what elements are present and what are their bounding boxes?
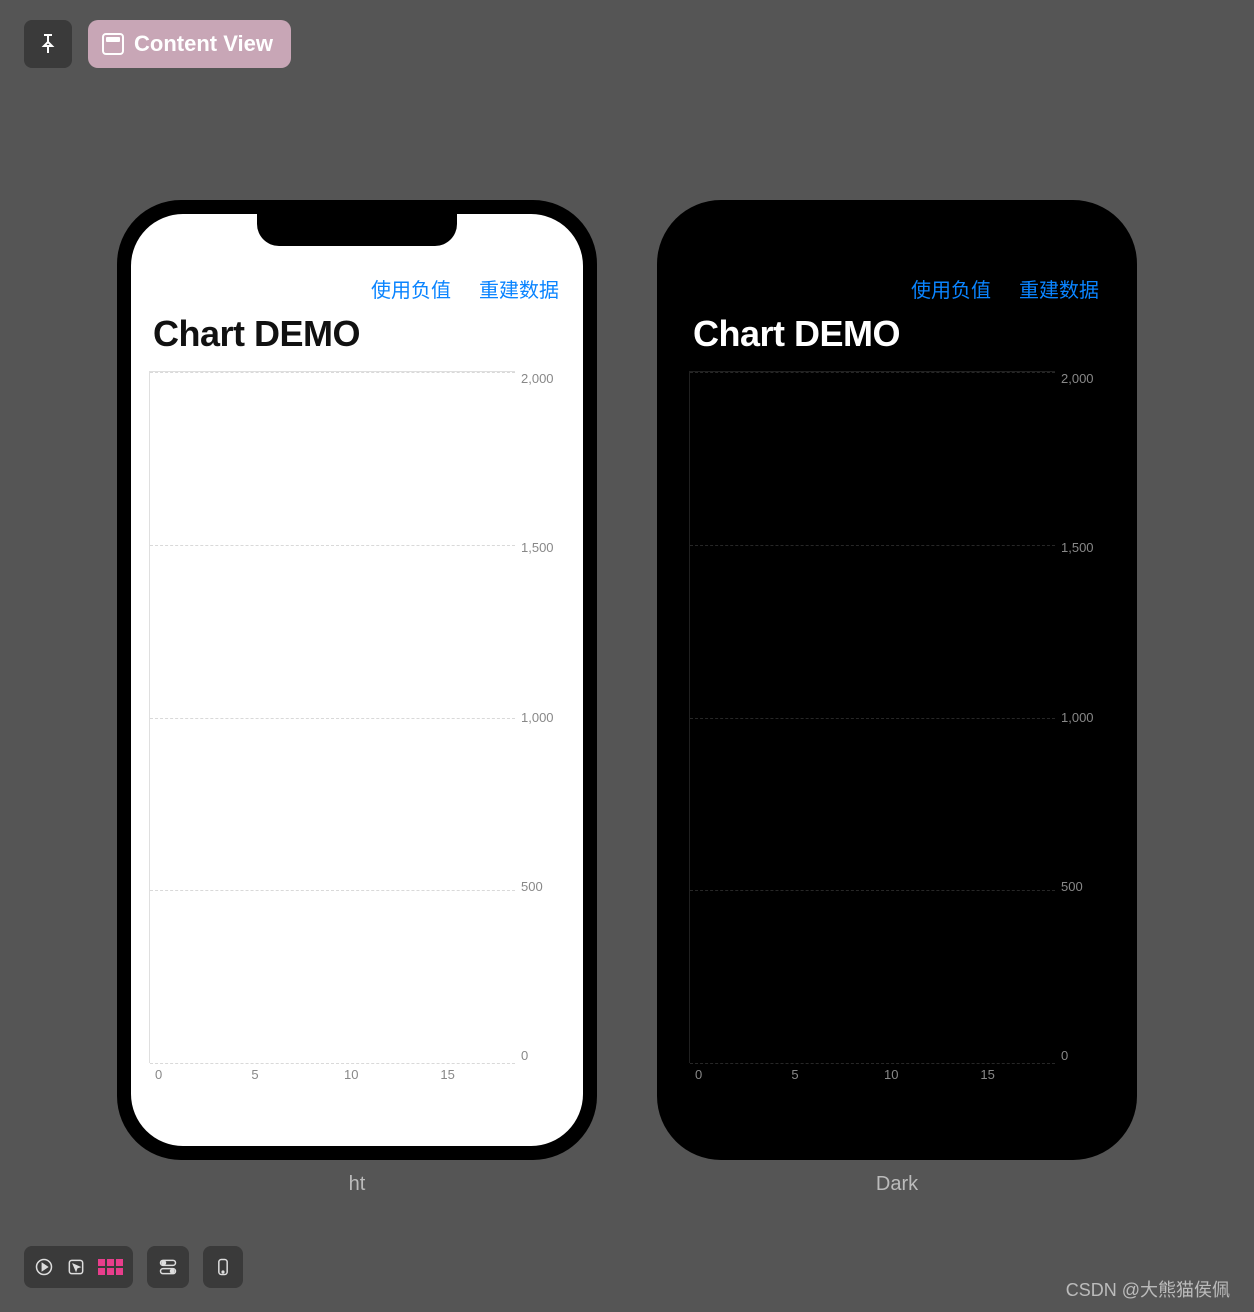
chart-plot [689,371,1055,1063]
y-tick-label: 0 [1061,1048,1105,1063]
gridline [690,545,1055,546]
x-tick-label: 15 [440,1067,454,1082]
variants-button[interactable] [98,1259,123,1275]
pin-icon [36,32,60,56]
phone-previews: 使用负值 重建数据 Chart DEMO 2,0001,5001,0005000… [0,90,1254,1222]
window-icon [102,33,124,55]
watermark: CSDN @大熊猫侯佩 [1066,1276,1230,1302]
phone-preview-light: 使用负值 重建数据 Chart DEMO 2,0001,5001,0005000… [117,200,597,1160]
y-tick-label: 500 [521,879,565,894]
y-tick-label: 2,000 [1061,371,1105,386]
gridline [150,718,515,719]
phone-notch [257,214,457,246]
switches-icon [157,1257,179,1277]
x-tick-label: 10 [344,1067,358,1082]
chart-title: Chart DEMO [149,313,565,355]
link-use-negative[interactable]: 使用负值 [371,274,451,303]
selectable-button[interactable] [66,1257,86,1277]
chart-ylabels: 2,000 1,500 1,000 500 0 [1055,371,1105,1063]
gridline [150,372,515,373]
x-tick-label: 0 [155,1067,162,1082]
grid-icon [98,1259,123,1275]
phone-screen-light: 使用负值 重建数据 Chart DEMO 2,0001,5001,0005000… [131,214,583,1146]
top-bar: Content View [24,20,291,68]
play-button[interactable] [34,1257,54,1277]
chart-xlabels: 0 5 10 15 [149,1063,515,1091]
chart-ylabels: 2,000 1,500 1,000 500 0 [515,371,565,1063]
y-tick-label: 1,000 [521,710,565,725]
app-content: 使用负值 重建数据 Chart DEMO 2,0001,5001,0005000… [671,214,1123,1111]
chart-title: Chart DEMO [689,313,1105,355]
chart-xlabels: 0 5 10 15 [689,1063,1055,1091]
x-tick-label: 5 [791,1067,798,1082]
link-use-negative[interactable]: 使用负值 [911,274,991,303]
y-tick-label: 1,500 [521,540,565,555]
y-tick-label: 1,000 [1061,710,1105,725]
chart-plot [149,371,515,1063]
chart: 2,000 1,500 1,000 500 0 0 5 10 15 [149,371,565,1091]
content-view-button[interactable]: Content View [88,20,291,68]
cursor-icon [66,1257,86,1277]
gridline [690,718,1055,719]
phone-icon [213,1257,233,1277]
x-tick-label: 0 [695,1067,702,1082]
phone-preview-dark: 使用负值 重建数据 Chart DEMO 2,0001,5001,0005000… [657,200,1137,1160]
link-rebuild-data[interactable]: 重建数据 [479,274,559,303]
y-tick-label: 2,000 [521,371,565,386]
y-tick-label: 1,500 [1061,540,1105,555]
play-icon [34,1257,54,1277]
gridline [690,372,1055,373]
y-tick-label: 0 [521,1048,565,1063]
x-tick-label: 15 [980,1067,994,1082]
chart: 2,000 1,500 1,000 500 0 0 5 10 15 [689,371,1105,1091]
device-settings-button[interactable] [147,1246,189,1288]
x-tick-label: 5 [251,1067,258,1082]
gridline [150,890,515,891]
phone-screen-dark: 使用负值 重建数据 Chart DEMO 2,0001,5001,0005000… [671,214,1123,1146]
content-view-label: Content View [134,31,273,57]
y-tick-label: 500 [1061,879,1105,894]
preview-canvas: 使用负值 重建数据 Chart DEMO 2,0001,5001,0005000… [0,90,1254,1222]
gridline [690,890,1055,891]
header-links: 使用负值 重建数据 [689,274,1105,303]
bottom-bar [24,1246,243,1288]
gridline [150,545,515,546]
pin-button[interactable] [24,20,72,68]
phone-notch [797,214,997,246]
device-picker-button[interactable] [203,1246,243,1288]
link-rebuild-data[interactable]: 重建数据 [1019,274,1099,303]
preview-mode-group [24,1246,133,1288]
header-links: 使用负值 重建数据 [149,274,565,303]
x-tick-label: 10 [884,1067,898,1082]
app-content: 使用负值 重建数据 Chart DEMO 2,0001,5001,0005000… [131,214,583,1111]
